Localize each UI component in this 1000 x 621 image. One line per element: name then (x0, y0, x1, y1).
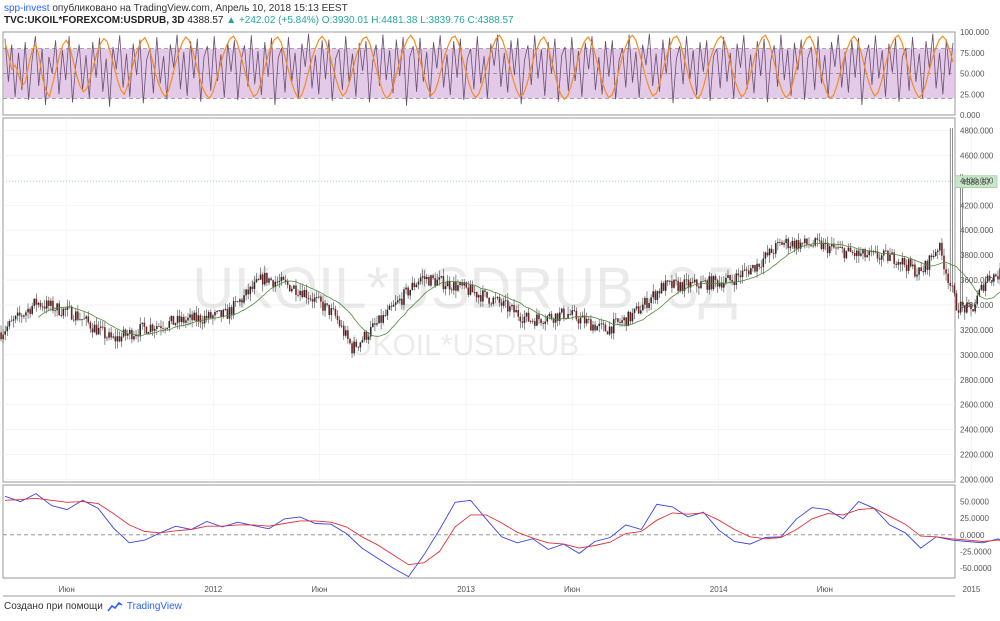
price-y-tick-label: 4800.000 (960, 126, 994, 135)
macd-y-tick-label: -25.0000 (960, 547, 992, 556)
x-tick-label: Июн (564, 585, 580, 594)
price-y-tick-label: 2600.000 (960, 401, 994, 410)
candle (959, 174, 962, 316)
price-y-tick-label: 3600.000 (960, 276, 994, 285)
stoch-y-tick-label: 100.000 (960, 28, 989, 37)
stoch-y-tick-label: 50.000 (960, 70, 985, 79)
price-y-tick-label: 3400.000 (960, 301, 994, 310)
stoch-y-tick-label: 25.000 (960, 90, 985, 99)
macd-y-tick-label: 0.0000 (960, 531, 985, 540)
price-y-tick-label: 2400.000 (960, 426, 994, 435)
candle (995, 273, 997, 278)
x-tick-label: 2014 (710, 585, 728, 594)
price-y-tick-label: 2000.000 (960, 476, 994, 485)
x-tick-label: Июн (311, 585, 327, 594)
stoch-y-tick-label: 75.000 (960, 49, 985, 58)
candle (997, 270, 999, 284)
x-tick-label: Июн (817, 585, 833, 594)
footer: Создано при помощи TradingView (4, 601, 182, 612)
stoch-y-tick-label: 0.000 (960, 111, 981, 120)
tradingview-link[interactable]: TradingView (127, 601, 182, 612)
candle (596, 325, 598, 331)
price-y-tick-label: 4600.000 (960, 151, 994, 160)
candle (627, 310, 630, 327)
x-tick-label: 2013 (457, 585, 475, 594)
candle (961, 174, 964, 312)
price-y-tick-label: 3800.000 (960, 251, 994, 260)
created-with-text: Создано при помощи (4, 601, 103, 612)
candle (845, 250, 848, 260)
candle (712, 275, 715, 291)
macd-y-tick-label: 50.0000 (960, 498, 989, 507)
watermark-main: UKOIL*USDRUB, 3Д (192, 256, 737, 321)
chart-area: UKOIL*USDRUB, 3Д UKOIL*USDRUB 4388.57 10… (0, 28, 1000, 597)
candle (673, 279, 675, 289)
candle (486, 291, 488, 299)
candle (288, 284, 291, 292)
price-y-tick-label: 4200.000 (960, 201, 994, 210)
price-y-tick-label: 2800.000 (960, 376, 994, 385)
candle (145, 325, 148, 335)
x-tick-label: 2012 (204, 585, 222, 594)
candle (0, 325, 2, 342)
x-tick-label: 2015 (963, 585, 981, 594)
candle (172, 315, 175, 325)
macd-y-tick-label: 25.0000 (960, 514, 989, 523)
candle (378, 315, 380, 324)
price-y-tick-label: 3200.000 (960, 326, 994, 335)
price-y-tick-label: 4000.000 (960, 226, 994, 235)
macd-y-tick-label: -50.0000 (960, 564, 992, 573)
price-y-tick-label: 2200.000 (960, 451, 994, 460)
price-y-tick-label: 4400.000 (960, 176, 994, 185)
tradingview-logo-icon (107, 601, 123, 611)
candle (955, 290, 958, 311)
x-tick-label: Июн (59, 585, 75, 594)
price-y-tick-label: 3000.000 (960, 351, 994, 360)
candle (430, 274, 432, 288)
